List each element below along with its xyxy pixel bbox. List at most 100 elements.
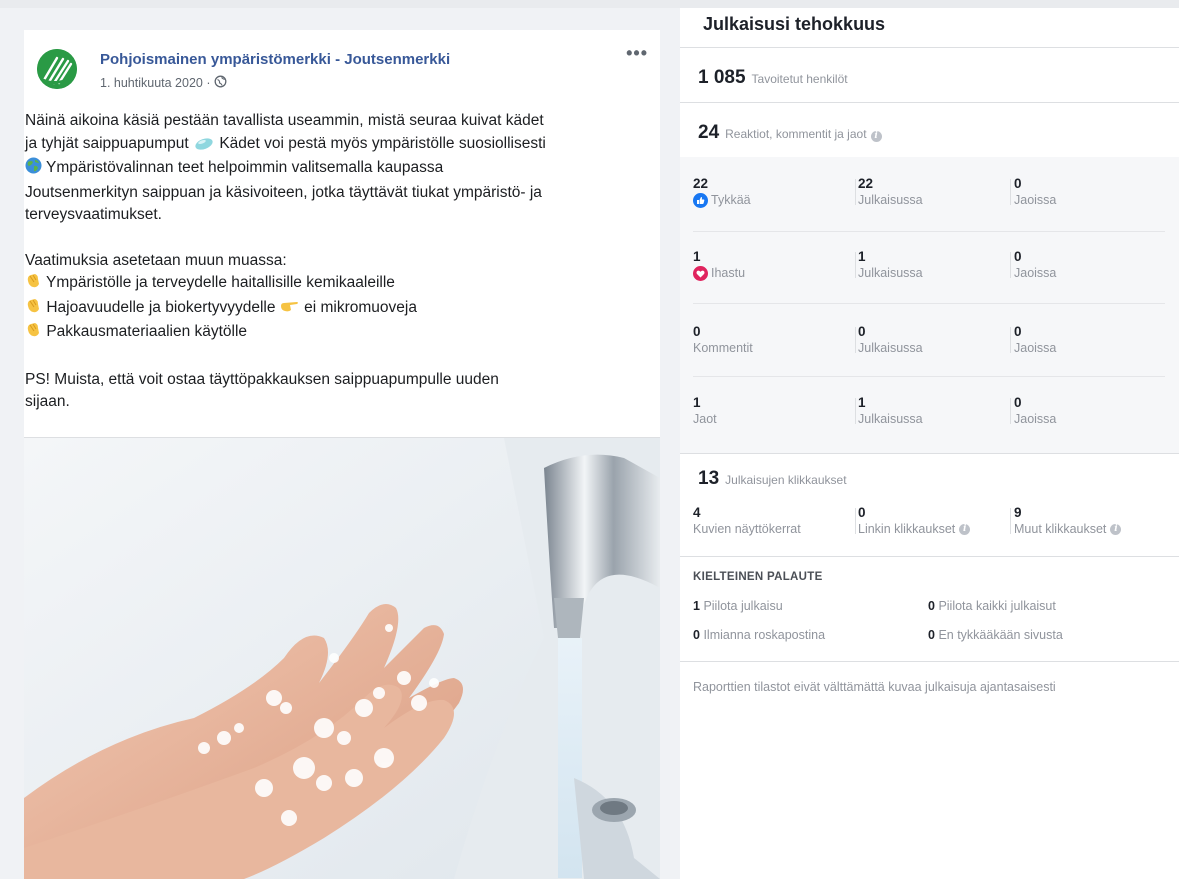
post-love-count: 1: [858, 249, 866, 264]
info-icon[interactable]: i: [959, 523, 971, 535]
post-line: Vaatimuksia asetetaan muun muassa:: [25, 251, 287, 269]
negative-item: 0 Piilota kaikki julkaisut: [928, 599, 1056, 613]
column-divider: [855, 508, 856, 534]
column-divider: [1010, 327, 1011, 353]
info-icon[interactable]: i: [1110, 523, 1122, 535]
more-options-icon[interactable]: •••: [626, 44, 648, 62]
on-shares-label: Jaoissa: [1014, 412, 1057, 426]
love-icon: [693, 265, 708, 281]
clapping-hands-emoji: [25, 272, 42, 297]
divider: [680, 102, 1179, 103]
swan-logo-icon: [37, 49, 77, 89]
divider: [680, 453, 1179, 454]
post-line: Joutsenmerkityn saippuan ja käsivoiteen,…: [25, 183, 542, 201]
engagement-label: Reaktiot, kommentit ja jaot: [725, 127, 867, 141]
column-divider: [1010, 252, 1011, 278]
divider: [680, 661, 1179, 662]
post-text: Näinä aikoina käsiä pestään tavallista u…: [25, 110, 655, 414]
negative-item: 1 Piilota julkaisu: [693, 599, 783, 613]
page-name-link[interactable]: Pohjoismainen ympäristömerkki - Joutsenm…: [100, 51, 450, 68]
post-line: Pakkausmateriaalien käytölle: [25, 321, 655, 346]
like-icon: [693, 192, 708, 208]
post-header: Pohjoismainen ympäristömerkki - Joutsenm…: [24, 30, 660, 104]
globe-earth-emoji: [25, 157, 42, 182]
other-clicks-count: 9: [1014, 505, 1022, 520]
share-shares-count: 0: [1014, 395, 1022, 410]
on-post-label: Julkaisussa: [858, 412, 923, 426]
divider: [680, 47, 1179, 48]
post-line: terveysvaatimukset.: [25, 206, 162, 223]
photo-views-label: Kuvien näyttökerrat: [693, 522, 801, 536]
clicks-row: 13 Julkaisujen klikkaukset: [698, 468, 847, 490]
post-insights-panel: Julkaisusi tehokkuus 1 085 Tavoitetut he…: [680, 0, 1179, 879]
other-clicks-label: Muut klikkaukset: [1014, 522, 1107, 536]
reactions-breakdown: 22 Tykkää 22 Julkaisussa 0 Jaoissa 1 Iha…: [680, 157, 1179, 453]
column-divider: [855, 327, 856, 353]
reaction-row-love: 1 Ihastu 1 Julkaisussa 0 Jaoissa: [680, 249, 1179, 321]
soap-emoji: [193, 135, 215, 158]
negative-feedback-title: KIELTEINEN PALAUTE: [693, 571, 823, 583]
clicks-value: 13: [698, 468, 720, 489]
column-divider: [1010, 508, 1011, 534]
share-love-count: 0: [1014, 249, 1022, 264]
post-line: Ympäristölle ja terveydelle haitallisill…: [25, 272, 655, 297]
clicks-label: Julkaisujen klikkaukset: [725, 473, 847, 487]
reach-value: 1 085: [698, 67, 746, 88]
on-post-label: Julkaisussa: [858, 266, 923, 280]
comments-label: Kommentit: [693, 341, 753, 355]
info-icon[interactable]: i: [870, 131, 882, 142]
reaction-row-shares: 1 Jaot 1 Julkaisussa 0 Jaoissa: [680, 395, 1179, 467]
reach-row: 1 085 Tavoitetut henkilöt: [698, 67, 848, 89]
column-divider: [855, 398, 856, 424]
top-strip: [0, 0, 680, 8]
report-disclaimer: Raporttien tilastot eivät välttämättä ku…: [693, 680, 1056, 694]
engagement-value: 24: [698, 122, 720, 143]
engagement-row: 24 Reaktiot, kommentit ja jaot i: [698, 122, 882, 144]
like-label: Tykkää: [711, 193, 751, 207]
reach-label: Tavoitetut henkilöt: [751, 72, 848, 86]
post-shares-count: 1: [858, 395, 866, 410]
pointing-right-emoji: [280, 298, 300, 322]
link-clicks-label: Linkin klikkaukset: [858, 522, 956, 536]
on-shares-label: Jaoissa: [1014, 193, 1057, 207]
photo-views-count: 4: [693, 505, 701, 520]
on-shares-label: Jaoissa: [1014, 266, 1057, 280]
on-post-label: Julkaisussa: [858, 341, 923, 355]
row-separator: [693, 376, 1165, 377]
shares-label: Jaot: [693, 412, 717, 426]
clicks-breakdown: 4 Kuvien näyttökerrat 0 Linkin klikkauks…: [680, 505, 1179, 545]
row-separator: [693, 231, 1165, 232]
post-card: Pohjoismainen ympäristömerkki - Joutsenm…: [24, 30, 660, 879]
clapping-hands-emoji: [25, 321, 42, 346]
divider: [680, 556, 1179, 557]
on-post-label: Julkaisussa: [858, 193, 923, 207]
reaction-row-like: 22 Tykkää 22 Julkaisussa 0 Jaoissa: [680, 176, 1179, 248]
column-divider: [855, 179, 856, 205]
column-divider: [1010, 398, 1011, 424]
shares-count: 1: [693, 395, 701, 410]
love-label: Ihastu: [711, 266, 746, 280]
row-separator: [693, 303, 1165, 304]
post-photo[interactable]: [24, 438, 660, 879]
share-like-count: 0: [1014, 176, 1022, 191]
comments-count: 0: [693, 324, 701, 339]
post-line: ja tyhjät saippuapumput Kädet voi pestä …: [25, 133, 655, 158]
post-line: Hajoavuudelle ja biokertyvyydelle ei mik…: [25, 297, 655, 322]
love-count: 1: [693, 249, 701, 264]
post-line: PS! Muista, että voit ostaa täyttöpakkau…: [25, 370, 499, 388]
like-count: 22: [693, 176, 709, 191]
column-divider: [1010, 179, 1011, 205]
reaction-row-comments: 0 Kommentit 0 Julkaisussa 0 Jaoissa: [680, 324, 1179, 396]
post-comments-count: 0: [858, 324, 866, 339]
share-comments-count: 0: [1014, 324, 1022, 339]
post-line: Näinä aikoina käsiä pestään tavallista u…: [25, 112, 544, 129]
globe-icon: [214, 75, 227, 91]
column-divider: [855, 252, 856, 278]
post-like-count: 22: [858, 176, 874, 191]
page-avatar[interactable]: [37, 49, 77, 89]
top-strip: [680, 0, 1179, 8]
negative-item: 0 Ilmianna roskapostina: [693, 628, 826, 642]
link-clicks-count: 0: [858, 505, 866, 520]
post-date[interactable]: 1. huhtikuuta 2020 ·: [100, 76, 211, 90]
insights-title: Julkaisusi tehokkuus: [703, 14, 886, 34]
